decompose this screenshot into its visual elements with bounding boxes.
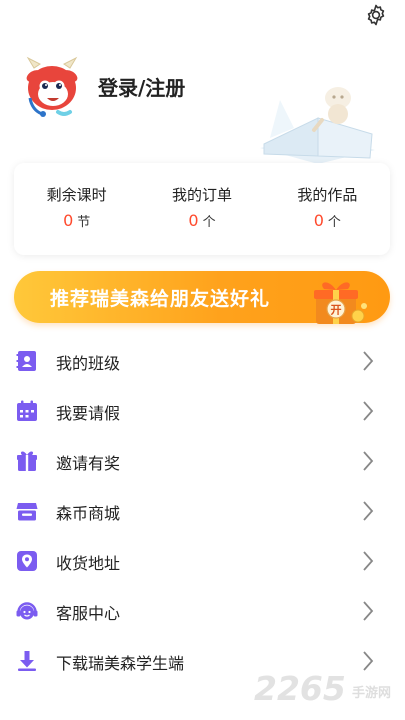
chevron-right-icon (363, 601, 374, 621)
chevron-right-icon (363, 551, 374, 571)
stat-value: 0 (63, 211, 74, 230)
watermark-number: 2265 (254, 669, 346, 708)
stat-unit: 节 (77, 215, 91, 230)
site-watermark: 2265 手游网 (254, 669, 404, 709)
menu-item-invite-reward[interactable]: 邀请有奖 (0, 436, 405, 486)
chevron-right-icon (363, 501, 374, 521)
stat-label: 我的作品 (297, 186, 358, 204)
menu-list: 我的班级 我要请假 邀请有奖 森币商城 收货地址 客服中心 下载瑞美森学生端 (0, 336, 405, 686)
stat-value: 0 (313, 211, 324, 230)
book-mascot-illustration (260, 87, 375, 164)
download-icon (18, 651, 36, 671)
location-icon (17, 551, 37, 571)
menu-label: 客服中心 (56, 604, 121, 623)
calendar-icon (17, 400, 37, 421)
stats-card: 剩余课时 0节 我的订单 0个 我的作品 0个 (14, 163, 390, 255)
stat-label: 剩余课时 (46, 186, 107, 204)
menu-item-shipping-address[interactable]: 收货地址 (0, 536, 405, 586)
gift-icon (17, 451, 37, 471)
login-register-link[interactable]: 登录/注册 (98, 72, 185, 101)
stat-my-works[interactable]: 我的作品 0个 (265, 163, 390, 255)
chevron-right-icon (363, 451, 374, 471)
store-icon (16, 503, 38, 521)
stat-unit: 个 (202, 215, 216, 230)
stat-unit: 个 (327, 215, 341, 230)
menu-label: 我要请假 (56, 404, 121, 423)
chevron-right-icon (363, 401, 374, 421)
class-icon (16, 351, 36, 371)
menu-item-my-class[interactable]: 我的班级 (0, 336, 405, 386)
menu-label: 收货地址 (56, 554, 121, 573)
menu-label: 我的班级 (56, 354, 121, 373)
menu-item-customer-service[interactable]: 客服中心 (0, 586, 405, 636)
stat-label: 我的订单 (171, 186, 232, 204)
settings-gear-icon[interactable] (364, 3, 388, 27)
watermark-site: 手游网 (352, 686, 392, 701)
gift-box-icon: 开 (314, 282, 367, 324)
banner-text: 推荐瑞美森给朋友送好礼 (50, 288, 271, 310)
chevron-right-icon (363, 351, 374, 371)
stat-my-orders[interactable]: 我的订单 0个 (139, 163, 264, 255)
avatar[interactable] (20, 56, 84, 120)
menu-label: 森币商城 (56, 504, 121, 523)
headset-icon (16, 602, 38, 620)
stat-value: 0 (188, 211, 199, 230)
menu-label: 邀请有奖 (56, 454, 121, 473)
menu-item-leave-request[interactable]: 我要请假 (0, 386, 405, 436)
gift-open-label: 开 (331, 304, 342, 317)
menu-item-coin-store[interactable]: 森币商城 (0, 486, 405, 536)
menu-label: 下载瑞美森学生端 (56, 654, 185, 673)
stat-remaining-lessons[interactable]: 剩余课时 0节 (14, 163, 139, 255)
